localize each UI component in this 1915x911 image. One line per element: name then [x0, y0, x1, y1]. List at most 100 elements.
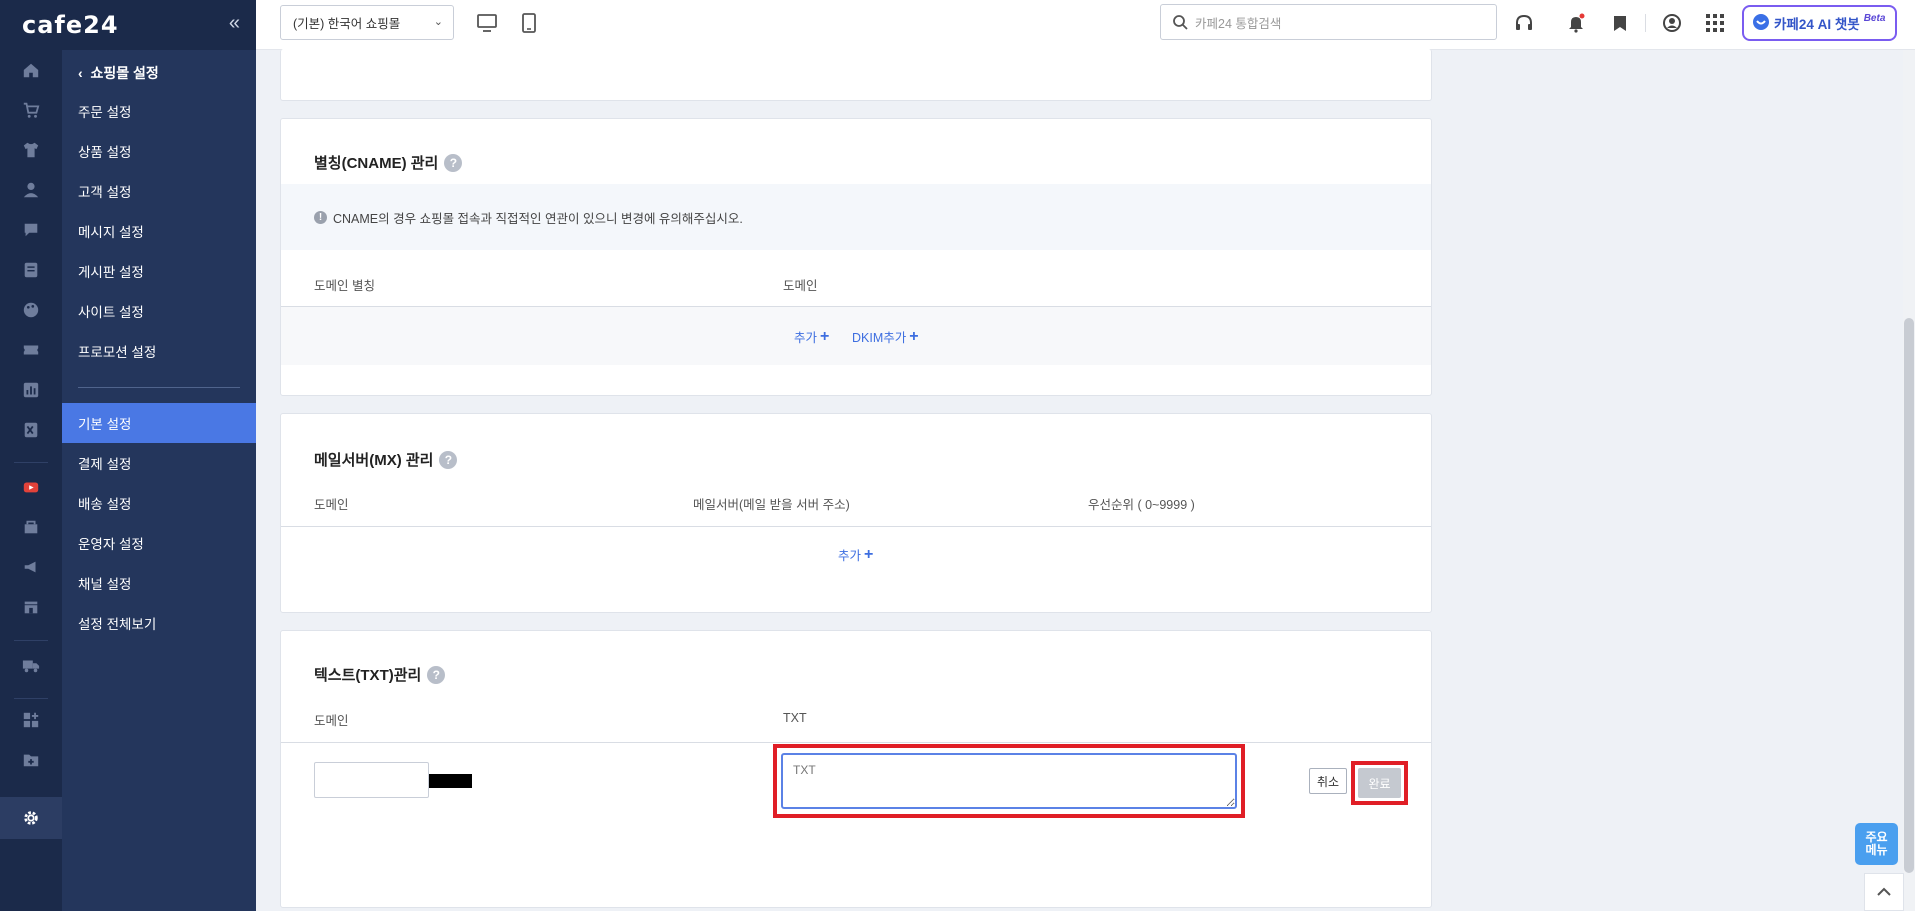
done-button-highlight: 완료 [1351, 761, 1408, 805]
menu-item-site[interactable]: 사이트 설정 [62, 291, 256, 331]
menu-item-channel[interactable]: 채널 설정 [62, 563, 256, 603]
profile-icon[interactable] [1661, 12, 1683, 34]
menu-item-operator[interactable]: 운영자 설정 [62, 523, 256, 563]
cafe24-logo[interactable]: cafe24 [22, 11, 119, 39]
txt-field-highlight [773, 744, 1245, 818]
rail-divider [14, 698, 48, 699]
apps-grid-icon[interactable] [1704, 12, 1726, 34]
column-header: 메일서버(메일 받을 서버 주소) [693, 498, 850, 512]
column-header: 도메인 별칭 [314, 279, 375, 293]
icon-rail [0, 0, 62, 911]
chevron-down-icon: ⌄ [433, 16, 443, 28]
topbar-divider [1645, 14, 1646, 32]
menu-item-message[interactable]: 메시지 설정 [62, 211, 256, 251]
chatbot-icon [1752, 13, 1770, 34]
palette-icon[interactable] [21, 300, 41, 320]
main-menu-label: 주요 메뉴 [1865, 830, 1888, 857]
header-divider [281, 742, 1431, 743]
column-header: 도메인 [314, 714, 349, 728]
folder-add-icon[interactable] [21, 750, 41, 770]
txt-value-textarea[interactable] [781, 753, 1237, 809]
board-icon[interactable] [21, 260, 41, 280]
txt-card: 텍스트(TXT)관리 ? 도메인 TXT 취소 완료 [280, 630, 1432, 908]
menu-item-order[interactable]: 주문 설정 [62, 91, 256, 131]
menu-item-customer[interactable]: 고객 설정 [62, 171, 256, 211]
add-label: 추가 [794, 331, 818, 345]
add-label: 추가 [838, 549, 862, 563]
user-icon[interactable] [21, 180, 41, 200]
scroll-to-top-button[interactable] [1864, 873, 1904, 911]
txt-domain-input[interactable] [314, 762, 429, 798]
ai-chatbot-button[interactable]: 카페24 AI 챗봇 Beta [1742, 5, 1897, 41]
home-icon[interactable] [21, 60, 41, 80]
rail-divider [14, 640, 48, 641]
mx-title: 메일서버(MX) 관리 ? [314, 449, 458, 470]
store-icon[interactable] [21, 517, 41, 537]
bookmark-icon[interactable] [1609, 12, 1631, 34]
column-header: TXT [783, 711, 807, 725]
bell-icon[interactable] [1565, 12, 1587, 34]
menu-item-view-all[interactable]: 설정 전체보기 [62, 603, 256, 643]
mx-title-text: 메일서버(MX) 관리 [314, 452, 434, 469]
excel-icon[interactable] [21, 420, 41, 440]
cart-icon[interactable] [21, 100, 41, 120]
help-icon[interactable]: ? [427, 665, 446, 684]
chevron-up-icon [1877, 884, 1891, 900]
collapse-sidebar-icon[interactable]: « [229, 12, 240, 35]
search-input[interactable]: 카페24 통합검색 [1160, 4, 1497, 40]
truck-icon[interactable] [21, 655, 41, 675]
rail-divider [14, 462, 48, 463]
menu-item-shipping[interactable]: 배송 설정 [62, 483, 256, 523]
help-icon[interactable]: ? [444, 153, 463, 172]
previous-section-card [280, 49, 1432, 101]
store-select[interactable]: (기본) 한국어 쇼핑몰 ⌄ [280, 5, 454, 40]
dkim-add-label: DKIM추가 [852, 331, 907, 345]
help-icon[interactable]: ? [439, 450, 458, 469]
search-placeholder: 카페24 통합검색 [1195, 16, 1282, 31]
header-divider [281, 526, 1431, 527]
ai-chatbot-label: 카페24 AI 챗봇 [1774, 17, 1860, 32]
redacted-domain [429, 774, 472, 788]
mx-card: 메일서버(MX) 관리 ? 도메인 메일서버(메일 받을 서버 주소) 우선순위… [280, 413, 1432, 613]
txt-title-text: 텍스트(TXT)관리 [314, 667, 422, 684]
plus-icon: + [909, 327, 919, 345]
menu-item-basic[interactable]: 기본 설정 [62, 403, 256, 443]
mobile-icon[interactable] [518, 12, 540, 34]
plus-icon: + [864, 545, 874, 563]
shop-add-icon[interactable] [21, 597, 41, 617]
menu-item-payment[interactable]: 결제 설정 [62, 443, 256, 483]
apps-add-icon[interactable] [21, 710, 41, 730]
chat-icon[interactable] [21, 220, 41, 240]
column-header: 도메인 [314, 498, 349, 512]
scrollbar-thumb[interactable] [1904, 318, 1914, 873]
coupon-icon[interactable] [21, 340, 41, 360]
megaphone-icon[interactable] [21, 557, 41, 577]
youtube-icon[interactable] [21, 477, 41, 497]
menu-item-product[interactable]: 상품 설정 [62, 131, 256, 171]
chart-icon[interactable] [21, 380, 41, 400]
cname-card: 별칭(CNAME) 관리 ? ! CNAME의 경우 쇼핑몰 접속과 직접적인 … [280, 118, 1432, 396]
submenu-back-link[interactable]: ‹ 쇼핑몰 설정 [78, 63, 159, 83]
mx-add-button[interactable]: 추가 + [838, 545, 873, 564]
main-menu-button[interactable]: 주요 메뉴 [1855, 823, 1898, 865]
gear-icon[interactable] [21, 808, 41, 828]
shirt-icon[interactable] [21, 140, 41, 160]
submenu-divider [78, 387, 240, 388]
menu-item-board[interactable]: 게시판 설정 [62, 251, 256, 291]
top-bar: (기본) 한국어 쇼핑몰 ⌄ 카페24 통합검색 카페24 AI 챗봇 Beta [256, 0, 1915, 50]
cname-title: 별칭(CNAME) 관리 ? [314, 152, 463, 173]
submenu-back-label: 쇼핑몰 설정 [90, 65, 159, 81]
txt-title: 텍스트(TXT)관리 ? [314, 664, 446, 685]
desktop-icon[interactable] [476, 12, 498, 34]
store-select-value: (기본) 한국어 쇼핑몰 [293, 17, 401, 31]
menu-item-promotion[interactable]: 프로모션 설정 [62, 331, 256, 371]
column-header: 도메인 [783, 279, 818, 293]
search-icon [1172, 14, 1188, 33]
cname-add-button[interactable]: 추가 + [794, 327, 829, 346]
done-button[interactable]: 완료 [1358, 768, 1401, 798]
headset-icon[interactable] [1513, 12, 1535, 34]
cancel-button[interactable]: 취소 [1309, 768, 1347, 794]
info-icon: ! [314, 210, 327, 224]
dkim-add-button[interactable]: DKIM추가 + [852, 327, 919, 346]
plus-icon: + [820, 327, 830, 345]
